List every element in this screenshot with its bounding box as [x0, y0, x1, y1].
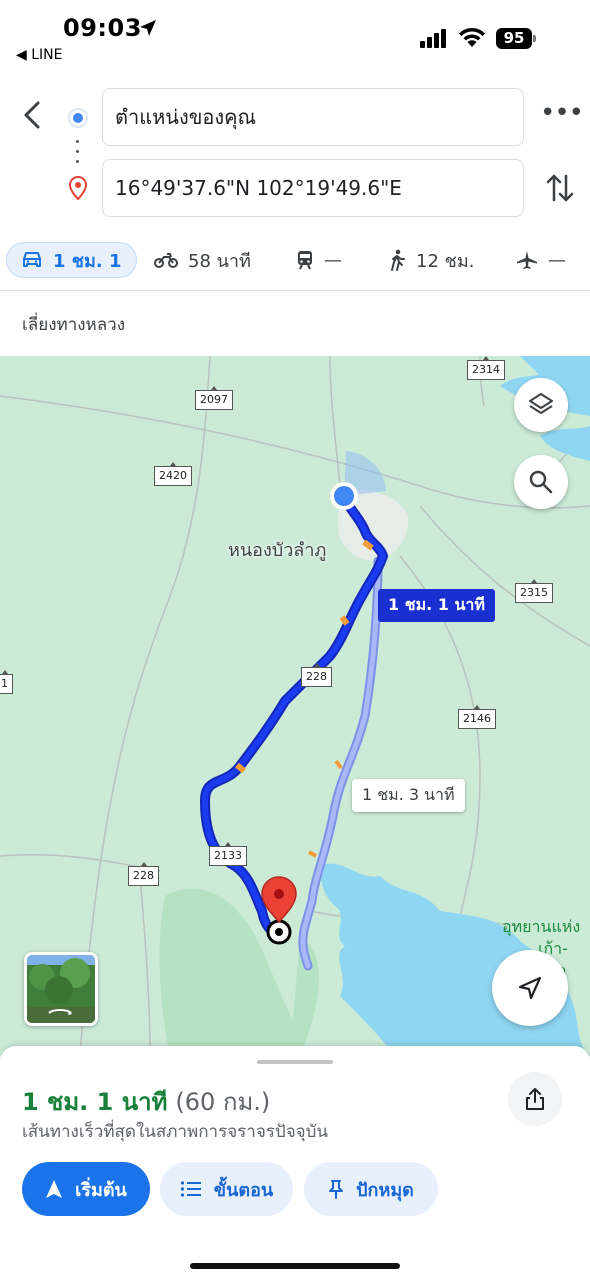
pin-button[interactable]: ปักหมุด	[304, 1162, 438, 1216]
road-shield: 2146	[458, 705, 496, 729]
search-icon	[529, 470, 553, 494]
navigation-arrow-icon	[518, 976, 542, 1000]
divider	[0, 290, 590, 291]
battery-indicator: 95	[496, 28, 536, 49]
mode-walk[interactable]: 12 ชม.	[388, 242, 474, 278]
mode-walk-label: 12 ชม.	[416, 250, 475, 272]
cellular-signal-icon	[420, 29, 446, 48]
map-view[interactable]: 2314 2097 2420 2315 228 2146 2133 228 1 …	[0, 356, 590, 1056]
list-icon	[180, 1181, 201, 1197]
home-indicator[interactable]	[190, 1263, 400, 1269]
street-view-thumbnail[interactable]	[24, 952, 98, 1026]
road-shield: 2097	[195, 386, 233, 410]
route-duration-label-main[interactable]: 1 ชม. 1 นาที	[378, 589, 495, 622]
navigate-icon	[46, 1180, 63, 1198]
mode-motorcycle-label: 58 นาที	[188, 250, 251, 272]
route-bottom-sheet: 1 ชม. 1 นาที (60 กม.) เส้นทางเร็วที่สุดใน…	[0, 1046, 590, 1280]
sheet-drag-handle[interactable]	[257, 1060, 333, 1064]
origin-input[interactable]: ตำแหน่งของคุณ	[102, 88, 524, 146]
origin-dot-icon	[68, 108, 88, 128]
back-to-app-link[interactable]: ◀ LINE	[16, 47, 62, 63]
road-shield: 2420	[154, 462, 192, 486]
vertical-dots-icon	[76, 140, 80, 166]
car-icon	[23, 252, 41, 267]
road-shield: 1	[0, 670, 13, 694]
location-arrow-icon	[140, 20, 156, 36]
destination-pin-icon	[68, 176, 88, 200]
wifi-icon	[459, 27, 485, 47]
mode-transit[interactable]: —	[296, 242, 342, 278]
mode-flight-label: —	[548, 249, 566, 271]
route-description: เส้นทางเร็วที่สุดในสภาพการจราจรปัจจุบัน	[22, 1122, 329, 1142]
route-duration: 1 ชม. 1 นาที	[22, 1088, 168, 1116]
share-button[interactable]	[508, 1072, 562, 1126]
swap-icon[interactable]	[544, 170, 576, 206]
layers-icon	[529, 393, 553, 414]
battery-level: 95	[496, 28, 532, 49]
steps-button-label: ขั้นตอน	[213, 1179, 274, 1201]
road-shield: 2133	[209, 842, 247, 866]
park-label-line: อุทยานแห่ง	[502, 917, 581, 936]
status-bar: 09:03 ◀ LINE 95	[0, 0, 590, 72]
steps-button[interactable]: ขั้นตอน	[160, 1162, 293, 1216]
mode-drive[interactable]: 1 ชม. 1	[6, 242, 137, 278]
recenter-button[interactable]	[492, 950, 568, 1026]
motorcycle-icon	[154, 253, 178, 268]
walk-icon	[391, 249, 405, 271]
route-duration-label-alt[interactable]: 1 ชม. 3 นาที	[352, 779, 465, 812]
search-button[interactable]	[514, 455, 568, 509]
layers-button[interactable]	[514, 378, 568, 432]
avoid-highways-option[interactable]: เลี่ยงทางหลวง	[22, 311, 125, 338]
road-shield: 2314	[467, 356, 505, 380]
mode-drive-label: 1 ชม. 1	[53, 250, 122, 272]
start-button[interactable]: เริ่มต้น	[22, 1162, 150, 1216]
road-shield: 2315	[515, 579, 553, 603]
route-distance: (60 กม.)	[175, 1088, 271, 1116]
town-label: หนองบัวลำภู	[228, 540, 327, 561]
clock: 09:03	[63, 14, 142, 42]
destination-input[interactable]: 16°49'37.6"N 102°19'49.6"E	[102, 159, 524, 217]
plane-icon	[517, 251, 537, 269]
pushpin-icon	[329, 1180, 344, 1199]
pin-button-label: ปักหมุด	[356, 1179, 414, 1201]
travel-mode-bar: 1 ชม. 1 58 นาที — 12 ชม. —	[0, 232, 590, 290]
mode-transit-label: —	[324, 249, 342, 271]
more-options-button[interactable]: •••	[540, 100, 584, 131]
battery-nub	[533, 35, 536, 42]
road-shield: 228	[301, 663, 332, 687]
road-shield: 228	[128, 862, 159, 886]
street-view-image	[27, 955, 95, 1023]
back-arrow-icon[interactable]	[16, 95, 50, 135]
start-button-label: เริ่มต้น	[75, 1179, 127, 1201]
mode-flight[interactable]: —	[516, 242, 566, 278]
train-icon	[298, 251, 312, 270]
route-summary: 1 ชม. 1 นาที (60 กม.)	[22, 1082, 270, 1121]
share-icon	[526, 1088, 544, 1110]
mode-motorcycle[interactable]: 58 นาที	[154, 242, 251, 278]
